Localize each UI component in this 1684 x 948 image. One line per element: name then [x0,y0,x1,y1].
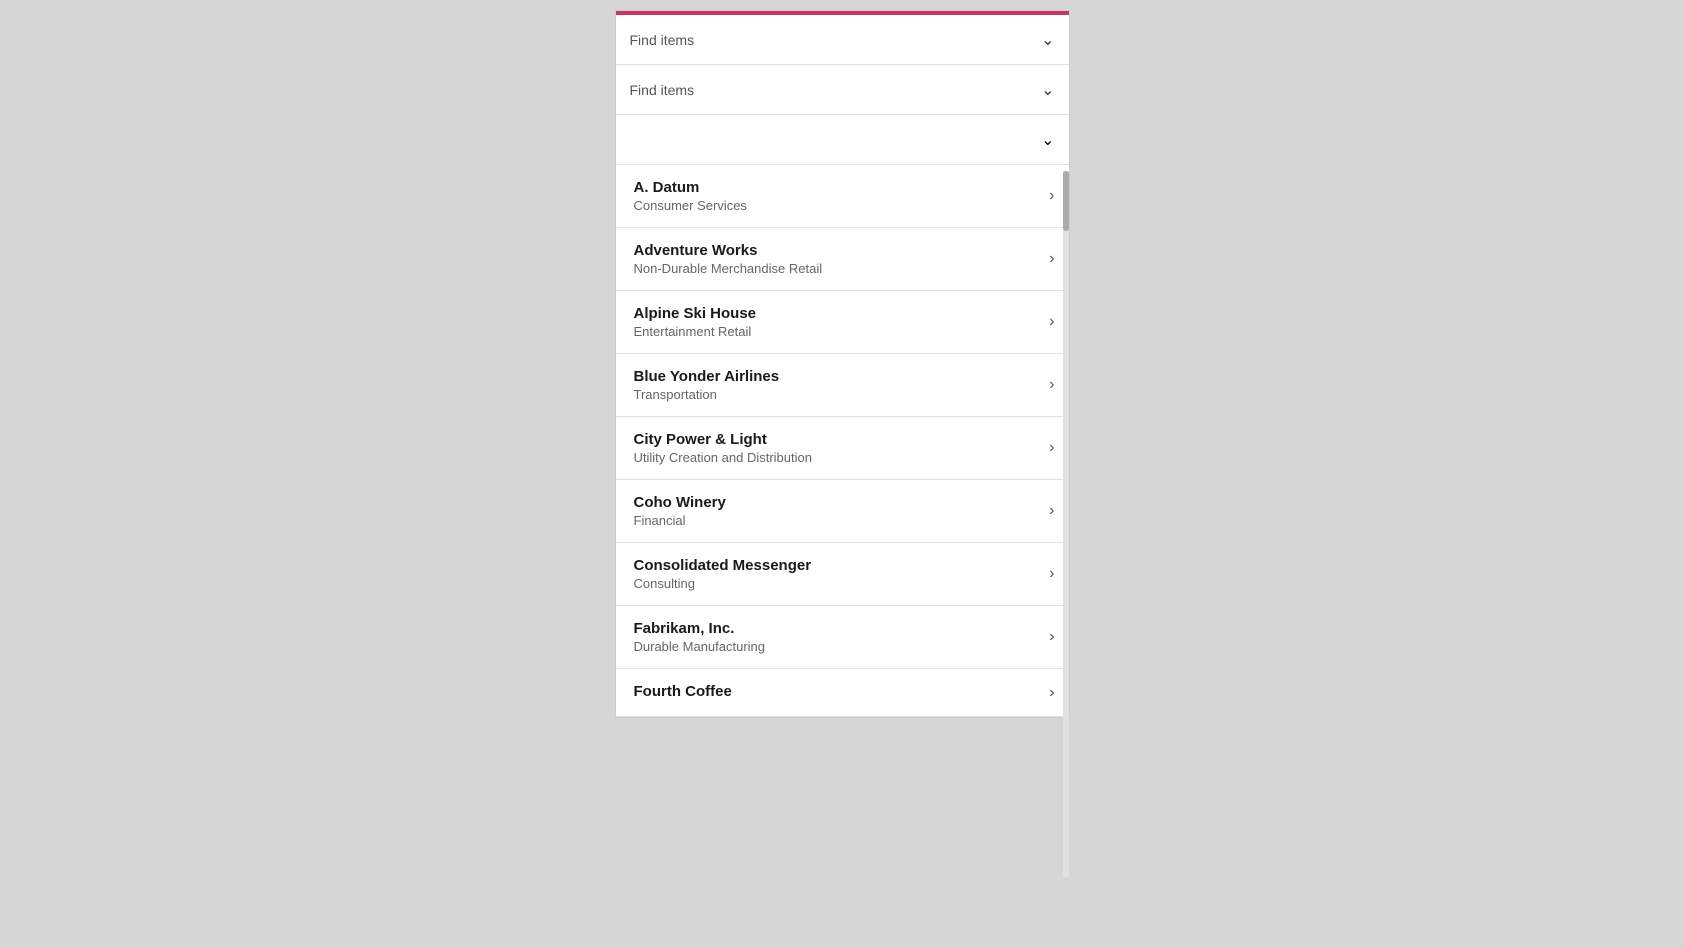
item-name: Alpine Ski House [634,305,1040,322]
item-subtitle: Durable Manufacturing [634,639,1040,654]
main-panel: Find items ⌄ Find items ⌄ ⌄ A. Datum Con… [615,10,1070,718]
item-name: City Power & Light [634,431,1040,448]
item-chevron-icon: › [1049,684,1054,702]
filter-row-3[interactable]: ⌄ [616,115,1069,165]
item-name: Fabrikam, Inc. [634,620,1040,637]
item-name: Fourth Coffee [634,683,1040,700]
item-chevron-icon: › [1049,565,1054,583]
item-name: Coho Winery [634,494,1040,511]
filter-2-label: Find items [630,82,695,98]
chevron-down-icon-3: ⌄ [1041,130,1054,150]
item-subtitle: Financial [634,513,1040,528]
scrollbar-track[interactable] [1063,171,1069,877]
item-subtitle: Entertainment Retail [634,324,1040,339]
list-item-blue-yonder-airlines[interactable]: Blue Yonder Airlines Transportation › [616,354,1069,417]
list-item-content: Adventure Works Non-Durable Merchandise … [634,242,1040,276]
item-chevron-icon: › [1049,376,1054,394]
list-item-consolidated-messenger[interactable]: Consolidated Messenger Consulting › [616,543,1069,606]
item-chevron-icon: › [1049,250,1054,268]
list-item-content: Consolidated Messenger Consulting [634,557,1040,591]
item-subtitle: Consumer Services [634,198,1040,213]
item-chevron-icon: › [1049,439,1054,457]
list-item-content: Fabrikam, Inc. Durable Manufacturing [634,620,1040,654]
item-name: Adventure Works [634,242,1040,259]
list-item-city-power-light[interactable]: City Power & Light Utility Creation and … [616,417,1069,480]
list-item-coho-winery[interactable]: Coho Winery Financial › [616,480,1069,543]
list-item-content: Alpine Ski House Entertainment Retail [634,305,1040,339]
item-subtitle: Consulting [634,576,1040,591]
list-item-fourth-coffee[interactable]: Fourth Coffee › [616,669,1069,717]
chevron-down-icon-1: ⌄ [1041,30,1054,50]
chevron-down-icon-2: ⌄ [1041,80,1054,100]
list-item-content: Blue Yonder Airlines Transportation [634,368,1040,402]
item-name: Consolidated Messenger [634,557,1040,574]
list-item-adventure-works[interactable]: Adventure Works Non-Durable Merchandise … [616,228,1069,291]
list-item-content: Coho Winery Financial [634,494,1040,528]
list-item-alpine-ski-house[interactable]: Alpine Ski House Entertainment Retail › [616,291,1069,354]
list-item-content: City Power & Light Utility Creation and … [634,431,1040,465]
item-chevron-icon: › [1049,187,1054,205]
item-name: Blue Yonder Airlines [634,368,1040,385]
item-subtitle: Utility Creation and Distribution [634,450,1040,465]
item-chevron-icon: › [1049,628,1054,646]
filter-row-2[interactable]: Find items ⌄ [616,65,1069,115]
item-name: A. Datum [634,179,1040,196]
list-item-fabrikam-inc[interactable]: Fabrikam, Inc. Durable Manufacturing › [616,606,1069,669]
list-item-a-datum[interactable]: A. Datum Consumer Services › [616,165,1069,228]
items-list: A. Datum Consumer Services › Adventure W… [616,165,1069,717]
filter-1-label: Find items [630,32,695,48]
filter-row-1[interactable]: Find items ⌄ [616,15,1069,65]
item-subtitle: Non-Durable Merchandise Retail [634,261,1040,276]
list-item-content: Fourth Coffee [634,683,1040,702]
list-item-content: A. Datum Consumer Services [634,179,1040,213]
item-chevron-icon: › [1049,313,1054,331]
item-subtitle: Transportation [634,387,1040,402]
item-chevron-icon: › [1049,502,1054,520]
scrollbar-thumb[interactable] [1063,171,1069,231]
